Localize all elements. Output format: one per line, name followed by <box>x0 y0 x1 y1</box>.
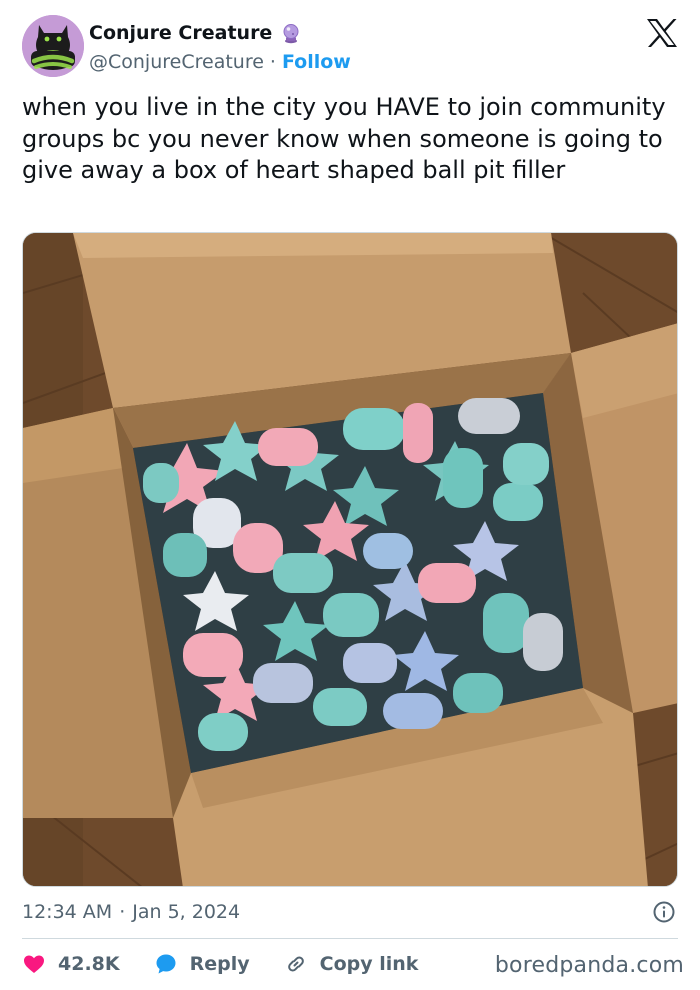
reply-bubble-icon <box>156 954 176 974</box>
author-block: Conjure Creature @ConjureCreature · Foll… <box>89 19 351 76</box>
reply-button[interactable]: Reply <box>154 952 250 976</box>
action-bar: 42.8K Reply Copy link <box>22 949 452 979</box>
handle-separator: · <box>269 51 276 73</box>
link-icon <box>287 956 304 972</box>
tweet-card: Conjure Creature @ConjureCreature · Foll… <box>0 0 700 990</box>
reply-label: Reply <box>189 953 250 975</box>
copy-link-button[interactable]: Copy link <box>284 952 419 976</box>
tweet-time[interactable]: 12:34 AM <box>22 901 112 923</box>
name-row: Conjure Creature <box>89 19 351 47</box>
x-logo-icon[interactable] <box>646 18 678 48</box>
tweet-photo[interactable] <box>22 232 678 887</box>
avatar-logo-image <box>22 15 84 77</box>
timestamp-separator: · <box>119 901 126 923</box>
tweet-text: when you live in the city you HAVE to jo… <box>22 93 666 184</box>
handle-row: @ConjureCreature · Follow <box>89 48 351 76</box>
display-name[interactable]: Conjure Creature <box>89 22 272 44</box>
avatar[interactable] <box>22 15 84 77</box>
handle[interactable]: @ConjureCreature <box>89 51 264 73</box>
info-icon[interactable] <box>652 900 676 924</box>
timestamp-row: 12:34 AM · Jan 5, 2024 <box>22 898 678 926</box>
source-watermark: boredpanda.com <box>494 953 684 978</box>
like-button[interactable]: 42.8K <box>22 952 120 976</box>
divider <box>22 938 678 939</box>
heart-icon <box>24 955 44 973</box>
copy-link-label: Copy link <box>319 953 419 975</box>
box-of-ball-pit-stars-photo <box>23 233 677 886</box>
tweet-date[interactable]: Jan 5, 2024 <box>132 901 240 923</box>
likes-count: 42.8K <box>58 953 120 975</box>
follow-button[interactable]: Follow <box>282 51 351 73</box>
crystal-ball-icon <box>283 24 299 44</box>
